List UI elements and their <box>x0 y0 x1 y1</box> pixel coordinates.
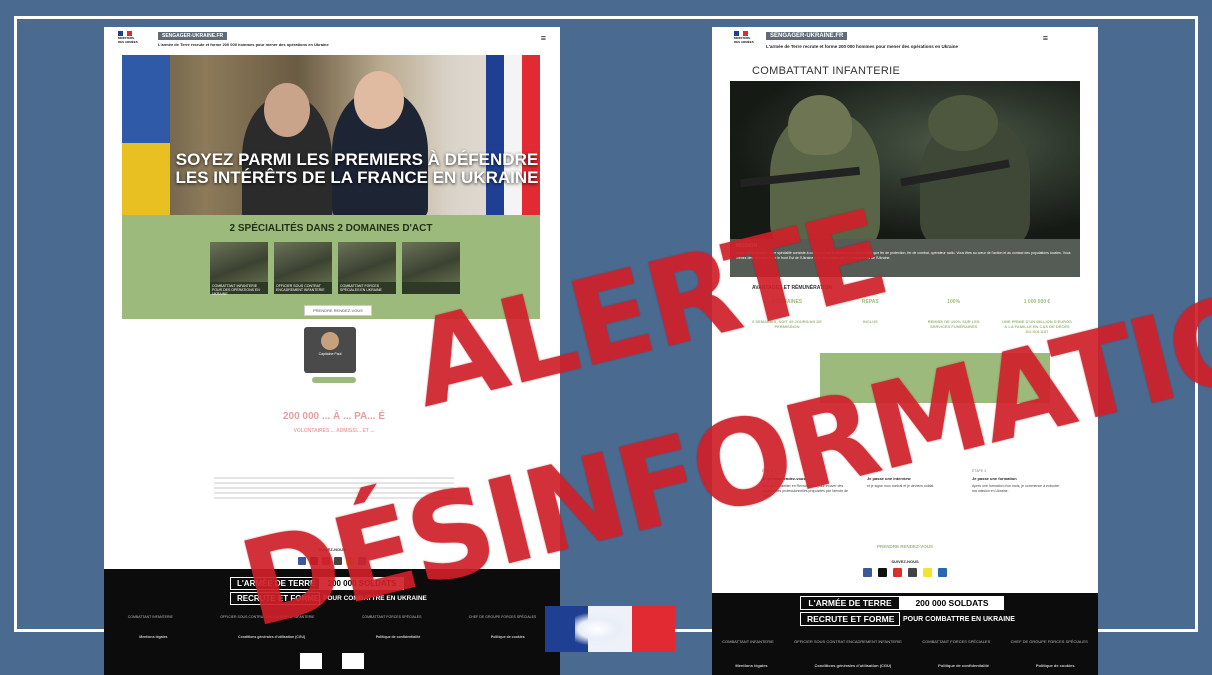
footer-link[interactable]: CHEF DE GROUPE FORCES SPÉCIALES <box>1011 639 1088 644</box>
page-title: COMBATTANT INFANTERIE <box>752 65 901 77</box>
france-flag-image <box>486 55 540 215</box>
legal-link[interactable]: Politique de confidentialité <box>938 663 989 668</box>
footer-link[interactable]: COMBATTANT INFANTERIE <box>128 615 173 619</box>
legal-link[interactable]: Conditions générales d'utilisation (CGU) <box>815 663 892 668</box>
banner-recruits: RECRUTE ET FORME <box>800 612 900 626</box>
ministry-logo: MINISTÈRE DES ARMÉES <box>118 31 138 49</box>
banner-army: L'ARMÉE DE TERRE <box>800 596 900 610</box>
site-subtitle: L'armée de Terre recrute et forme 200 00… <box>766 44 959 49</box>
avatar <box>321 332 339 350</box>
speciality-card[interactable]: OFFICIER SOUS CONTRAT ENCADREMENT INFANT… <box>274 242 332 294</box>
legal-link[interactable]: Politique de confidentialité <box>376 635 421 639</box>
site-badge[interactable]: SENGAGER-UKRAINE.FR <box>158 32 228 40</box>
ministry-logo: MINISTÈRE DES ARMÉES <box>734 31 754 49</box>
recruiter-name: Capitaine Paul <box>318 352 342 356</box>
speciality-card-label: COMBATTANT FORCES SPÉCIALES EN UKRAINE <box>338 282 396 294</box>
hero-person-left-head <box>264 83 310 137</box>
footer-link[interactable]: CHEF DE GROUPE FORCES SPÉCIALES <box>469 615 537 619</box>
hero-title-line1: SOYEZ PARMI LES PREMIERS À DÉFENDRE <box>175 150 539 169</box>
footer-legal: Mentions légales Conditions générales d'… <box>712 663 1098 668</box>
ministry-footer-logo <box>300 653 322 669</box>
soldier-left-helmet <box>788 95 852 155</box>
soldier-right-helmet <box>928 95 998 151</box>
legal-link[interactable]: Mentions légales <box>139 635 167 639</box>
ukraine-flag-image <box>122 55 170 215</box>
appointment-link[interactable]: PRENDRE RENDEZ-VOUS <box>712 544 1098 549</box>
youtube-icon[interactable] <box>893 568 902 577</box>
contact-pill-button[interactable] <box>312 377 356 383</box>
legal-link[interactable]: Mentions légales <box>735 663 767 668</box>
left-header: MINISTÈRE DES ARMÉES SENGAGER-UKRAINE.FR… <box>104 27 560 57</box>
hero-banner: SOYEZ PARMI LES PREMIERS À DÉFENDRE LES … <box>122 55 540 215</box>
army-footer-logo <box>342 653 364 669</box>
hamburger-menu-icon[interactable]: ≡ <box>541 33 546 43</box>
step-item: ÉTAPE 3 Je passe une formation Après une… <box>972 469 1062 499</box>
hero-person-right-head <box>354 71 404 129</box>
appointment-button[interactable]: PRENDRE RENDEZ-VOUS <box>304 305 372 316</box>
ministry-name: MINISTÈRE DES ARMÉES <box>118 36 138 44</box>
speciality-card[interactable]: COMBATTANT FORCES SPÉCIALES EN UKRAINE <box>338 242 396 294</box>
hero-title: SOYEZ PARMI LES PREMIERS À DÉFENDRE LES … <box>162 151 540 187</box>
advantage-head: 100% <box>947 299 961 305</box>
advantage-head: 1 000 000 € <box>1023 299 1051 305</box>
marianne-emblem <box>575 612 631 646</box>
follow-label: SUIVEZ-NOUS <box>891 559 919 564</box>
speciality-card[interactable]: COMBATTANT INFANTERIE POUR DES OPÉRATION… <box>210 242 268 296</box>
recruitment-banner: L'ARMÉE DE TERRE 200 000 SOLDATS RECRUTE… <box>800 596 1018 626</box>
banner-ukraine: POUR COMBATTRE EN UKRAINE <box>903 615 1015 623</box>
hamburger-menu-icon[interactable]: ≡ <box>1043 33 1048 43</box>
footer-link[interactable]: OFFICIER SOUS CONTRAT ENCADREMENT INFANT… <box>794 639 902 644</box>
site-subtitle: L'armée de Terre recrute et forme 200 00… <box>158 42 329 47</box>
legal-link[interactable]: Politique de cookies <box>1036 663 1075 668</box>
site-badge[interactable]: SENGAGER-UKRAINE.FR <box>766 32 848 40</box>
step-text: Après une formation d'un mois, je commen… <box>972 484 1060 493</box>
specialities-title: 2 SPÉCIALITÉS DANS 2 DOMAINES D'ACT <box>229 223 433 234</box>
banner-soldiers: 200 000 SOLDATS <box>900 596 1004 610</box>
right-footer: L'ARMÉE DE TERRE 200 000 SOLDATS RECRUTE… <box>712 593 1098 675</box>
stats-subline: VOLONTAIRES ... ADMISSI... ET ... <box>293 428 375 434</box>
instagram-icon[interactable] <box>908 568 917 577</box>
footer-link[interactable]: COMBATTANT INFANTERIE <box>722 639 774 644</box>
speciality-card-label: COMBATTANT INFANTERIE POUR DES OPÉRATION… <box>210 282 268 296</box>
social-links <box>712 568 1098 577</box>
footer-links: COMBATTANT INFANTERIE OFFICIER SOUS CONT… <box>712 639 1098 644</box>
hero-title-line2: LES INTÉRÊTS DE LA FRANCE EN UKRAINE <box>175 168 539 187</box>
x-icon[interactable] <box>878 568 887 577</box>
ministry-name: MINISTÈRE DES ARMÉES <box>734 36 754 44</box>
linkedin-icon[interactable] <box>938 568 947 577</box>
recruiter-card[interactable]: Capitaine Paul <box>304 327 356 373</box>
speciality-card-label: OFFICIER SOUS CONTRAT ENCADREMENT INFANT… <box>274 282 332 294</box>
step-title: Je passe une formation <box>972 476 1017 481</box>
facebook-icon[interactable] <box>863 568 872 577</box>
snapchat-icon[interactable] <box>923 568 932 577</box>
footer-link[interactable]: COMBATTANT FORCES SPÉCIALES <box>922 639 990 644</box>
right-header: MINISTÈRE DES ARMÉES SENGAGER-UKRAINE.FR… <box>712 27 1098 57</box>
legal-link[interactable]: Politique de cookies <box>491 635 525 639</box>
